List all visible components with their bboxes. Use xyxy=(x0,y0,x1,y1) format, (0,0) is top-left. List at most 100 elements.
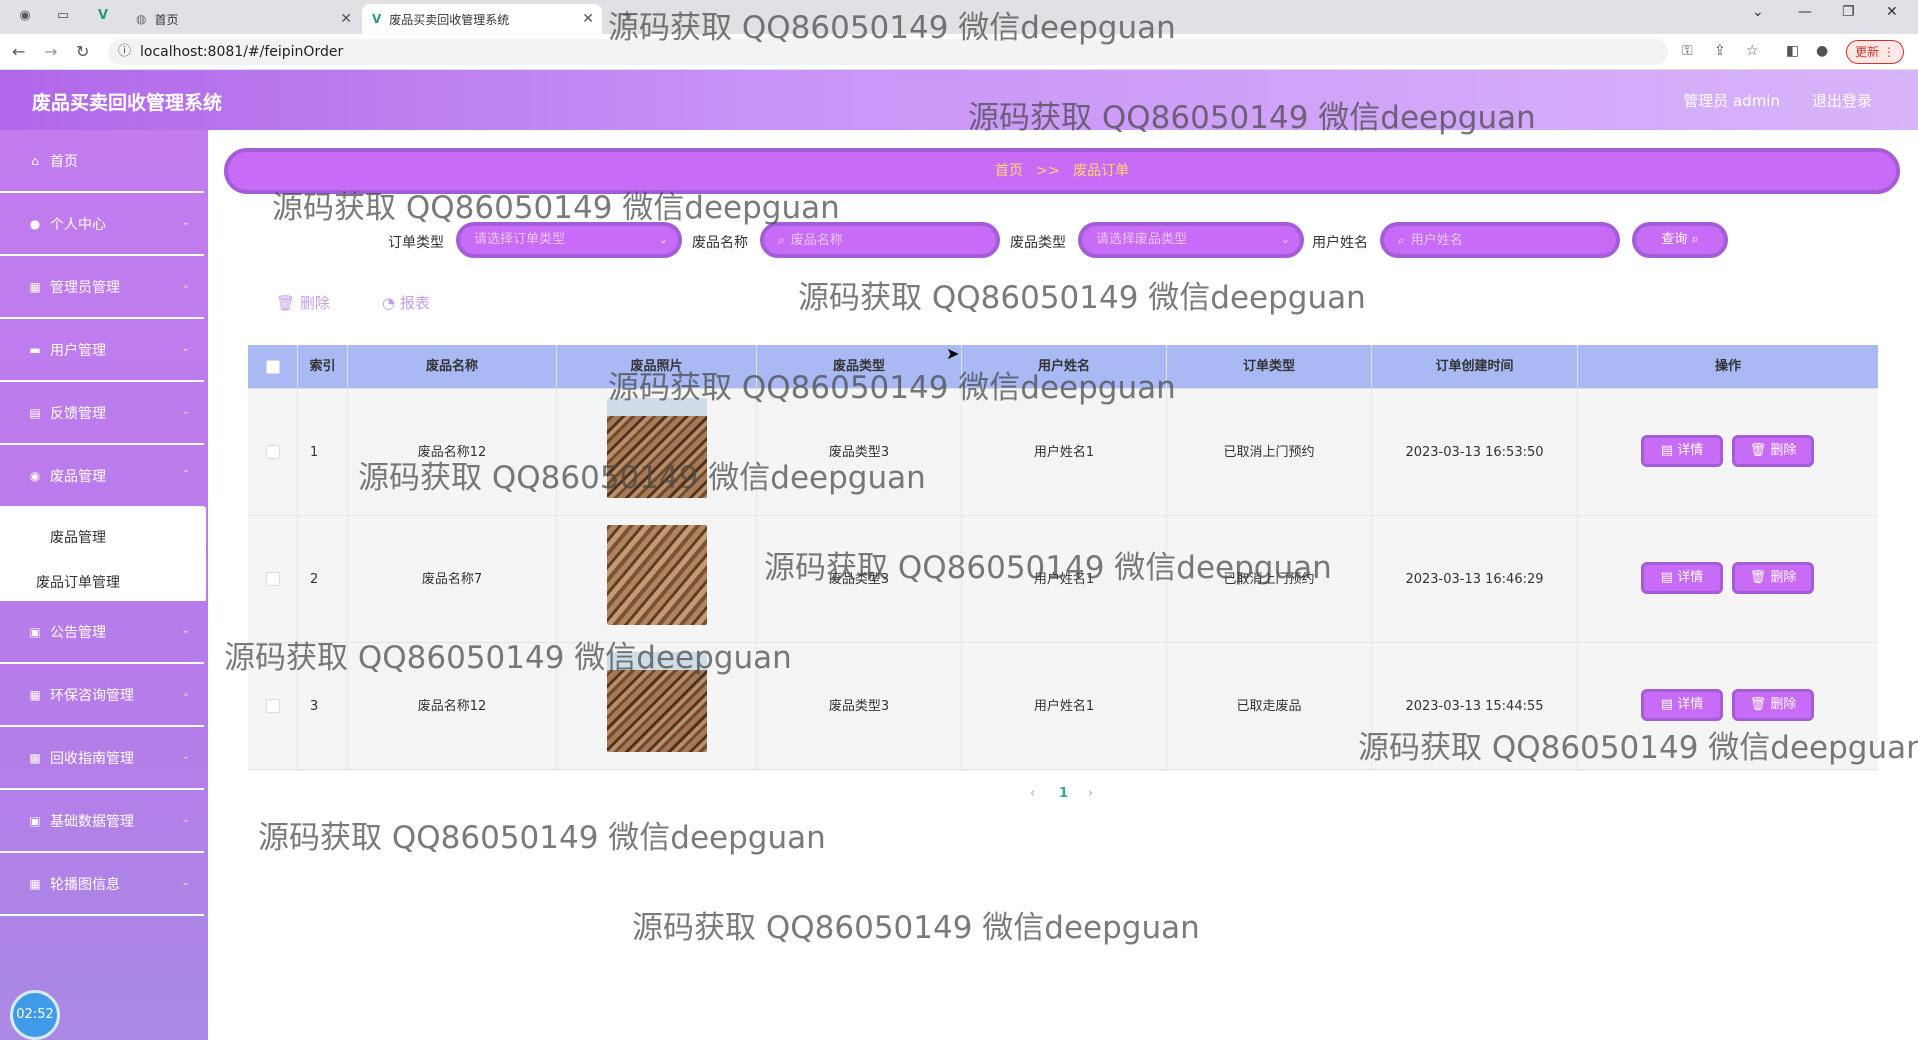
submenu-item-waste-manage[interactable]: 废品管理 xyxy=(50,527,106,547)
waste-name-cell: 废品名称7 xyxy=(348,516,557,643)
detail-button[interactable]: ▤ 详情 xyxy=(1641,562,1723,594)
document-icon: ▣ xyxy=(29,624,41,639)
waste-type-select[interactable]: 请选择废品类型 ⌄ xyxy=(1078,222,1304,258)
chevron-down-icon: ⌄ xyxy=(181,280,190,291)
sidebar-item-waste[interactable]: ◉ 废品管理 ⌃ xyxy=(0,445,204,508)
waste-photo[interactable] xyxy=(607,398,707,498)
tab-search-icon[interactable]: ⌄ xyxy=(1752,4,1764,20)
column-header[interactable]: 用户姓名 xyxy=(962,345,1167,389)
sidebar-item-home[interactable]: ⌂ 首页 xyxy=(0,130,204,193)
star-icon[interactable]: ☆ xyxy=(1746,43,1759,59)
sidebar-item-notice[interactable]: ▣ 公告管理 ⌄ xyxy=(0,601,204,664)
row-select-cell xyxy=(248,389,298,516)
row-select-cell xyxy=(248,643,298,770)
vue-icon[interactable]: V xyxy=(96,9,110,23)
reload-icon[interactable]: ↻ xyxy=(76,42,89,61)
report-button[interactable]: ◔ 报表 xyxy=(382,292,430,313)
user-name-cell: 用户姓名1 xyxy=(962,389,1167,516)
current-user: 管理员 admin xyxy=(1683,92,1780,110)
waste-name-label: 废品名称 xyxy=(692,235,748,251)
share-icon[interactable]: ⇪ xyxy=(1714,43,1726,59)
column-header[interactable]: 订单创建时间 xyxy=(1372,345,1578,389)
restore-icon[interactable]: ❐ xyxy=(1842,4,1855,20)
prev-page-button[interactable]: ‹ xyxy=(1030,786,1035,801)
github-icon[interactable]: ◉ xyxy=(18,9,32,23)
watermark: 源码获取 QQ86050149 微信deepguan xyxy=(258,820,826,856)
message-icon: ▬ xyxy=(29,342,41,357)
close-icon[interactable]: ✕ xyxy=(340,11,352,27)
page-number[interactable]: 1 xyxy=(1059,786,1068,801)
photo-cell xyxy=(557,516,757,643)
order-type-cell: 已取消上门预约 xyxy=(1167,516,1372,643)
index-cell: 1 xyxy=(298,389,348,516)
order-type-select[interactable]: 请选择订单类型 ⌄ xyxy=(456,222,682,258)
globe-icon: ◍ xyxy=(136,12,147,26)
back-icon[interactable]: ← xyxy=(12,42,25,61)
document-icon: ▤ xyxy=(1660,570,1674,585)
waste-photo[interactable] xyxy=(607,525,707,625)
column-header: 操作 xyxy=(1714,359,1741,374)
column-header[interactable]: 订单类型 xyxy=(1167,345,1372,389)
sidebar-item-guide[interactable]: ▩ 回收指南管理 ⌄ xyxy=(0,727,204,790)
sidebar-item-feedback[interactable]: ▤ 反馈管理 ⌄ xyxy=(0,382,204,445)
delete-button[interactable]: 🗑 删除 xyxy=(1732,435,1814,467)
tab-app[interactable]: V 废品买卖回收管理系统 ✕ xyxy=(362,4,602,34)
url-field[interactable]: ⓘ localhost:8081/#/feipinOrder xyxy=(108,39,1668,65)
row-checkbox[interactable] xyxy=(266,572,280,586)
breadcrumb-current: 废品订单 xyxy=(1073,163,1130,179)
profile-icon[interactable]: ● xyxy=(1816,43,1828,59)
close-window-icon[interactable]: ✕ xyxy=(1886,4,1898,20)
user-name-label: 用户姓名 xyxy=(1312,235,1368,251)
sidebar-item-carousel[interactable]: ▦ 轮播图信息 ⌄ xyxy=(0,853,204,916)
search-icon: ⌕ xyxy=(1691,232,1699,247)
photo-cell xyxy=(557,389,757,516)
column-header[interactable]: 废品名称 xyxy=(348,345,557,389)
tab-list-icon[interactable]: ▭ xyxy=(56,9,70,23)
column-header[interactable]: 索引 xyxy=(298,345,348,389)
sidebar-item-eco[interactable]: ▦ 环保咨询管理 ⌄ xyxy=(0,664,204,727)
breadcrumb-home[interactable]: 首页 xyxy=(995,163,1023,179)
column-header[interactable]: 废品照片 xyxy=(557,345,757,389)
detail-button[interactable]: ▤ 详情 xyxy=(1641,689,1723,721)
query-button[interactable]: 查询 ⌕ xyxy=(1632,222,1728,258)
detail-button[interactable]: ▤ 详情 xyxy=(1641,435,1723,467)
operation-cell: ▤ 详情 🗑 删除 xyxy=(1578,643,1878,770)
sidebar-item-admin[interactable]: ▦ 管理员管理 ⌄ xyxy=(0,256,204,319)
delete-button[interactable]: 🗑 删除 xyxy=(1732,689,1814,721)
document-icon: ▣ xyxy=(29,813,41,828)
minimize-icon[interactable]: — xyxy=(1798,4,1812,20)
created-time-cell: 2023-03-13 16:46:29 xyxy=(1372,516,1578,643)
forward-icon[interactable]: → xyxy=(44,42,57,61)
sidebar-item-basedata[interactable]: ▣ 基础数据管理 ⌄ xyxy=(0,790,204,853)
key-icon[interactable]: ⚿ xyxy=(1682,43,1693,59)
sidebar-item-users[interactable]: ▬ 用户管理 ⌄ xyxy=(0,319,204,382)
waste-photo[interactable] xyxy=(607,652,707,752)
index-cell: 3 xyxy=(298,643,348,770)
select-all-checkbox[interactable] xyxy=(266,360,280,374)
app-title: 废品买卖回收管理系统 xyxy=(32,92,223,114)
bulk-delete-button[interactable]: 🗑 删除 xyxy=(276,292,330,313)
chevron-down-icon: ⌄ xyxy=(181,877,190,888)
orders-table: 索引 废品名称 废品照片 废品类型 用户姓名 订单类型 订单创建时间 操作 1 … xyxy=(248,345,1878,771)
close-icon[interactable]: ✕ xyxy=(582,11,594,27)
submenu-item-waste-orders[interactable]: 废品订单管理 xyxy=(36,572,120,592)
column-header[interactable]: 废品类型 xyxy=(757,345,962,389)
table-row: 2 废品名称7 废品类型3 用户姓名1 已取消上门预约 2023-03-13 1… xyxy=(248,516,1878,643)
sidepanel-icon[interactable]: ◧ xyxy=(1786,43,1799,59)
row-checkbox[interactable] xyxy=(266,699,280,713)
info-icon[interactable]: ⓘ xyxy=(118,39,131,65)
waste-type-label: 废品类型 xyxy=(1010,235,1066,251)
delete-button[interactable]: 🗑 删除 xyxy=(1732,562,1814,594)
browser-tab-bar: ◉ ▭ V ◍ 首页 ✕ V 废品买卖回收管理系统 ✕ + ⌄ — ❐ ✕ xyxy=(0,0,1918,34)
user-name-input[interactable]: ⌕ 用户姓名 xyxy=(1380,222,1620,258)
update-button[interactable]: 更新 ⋮ xyxy=(1846,40,1904,64)
trash-icon: 🗑 xyxy=(1749,443,1767,458)
logout-link[interactable]: 退出登录 xyxy=(1812,90,1872,111)
new-tab-icon[interactable]: + xyxy=(620,9,634,23)
tab-home[interactable]: ◍ 首页 ✕ xyxy=(126,4,360,34)
watermark: 源码获取 QQ86050149 微信deepguan xyxy=(632,910,1200,946)
next-page-button[interactable]: › xyxy=(1088,786,1093,801)
row-checkbox[interactable] xyxy=(266,445,280,459)
waste-name-input[interactable]: ⌕ 废品名称 xyxy=(760,222,1000,258)
home-icon: ⌂ xyxy=(31,153,39,168)
